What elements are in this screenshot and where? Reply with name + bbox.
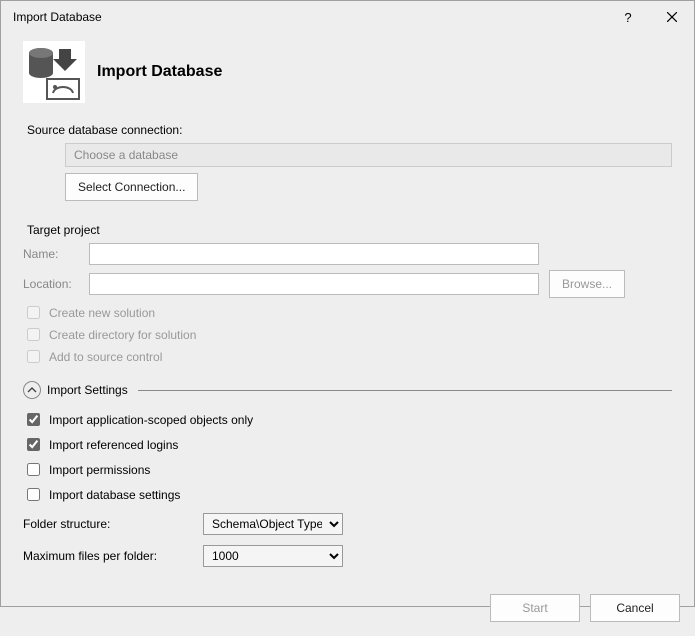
import-database-dialog: Import Database ? [0,0,695,607]
target-project-label: Target project [27,223,672,237]
name-label: Name: [23,247,79,261]
dialog-title: Import Database [97,63,222,81]
create-solution-checkbox[interactable] [27,306,40,319]
create-solution-label: Create new solution [49,306,155,320]
close-button[interactable] [650,1,694,33]
import-settings-header[interactable]: Import Settings [23,381,672,399]
add-source-control-checkbox[interactable] [27,350,40,363]
import-app-scoped-label: Import application-scoped objects only [49,413,253,427]
import-ref-logins-label: Import referenced logins [49,438,178,452]
browse-button[interactable]: Browse... [549,270,625,298]
help-button[interactable]: ? [606,1,650,33]
import-settings-label: Import Settings [47,383,128,397]
close-icon [667,12,677,22]
chevron-up-icon [27,385,37,395]
select-connection-button[interactable]: Select Connection... [65,173,198,201]
folder-structure-select[interactable]: Schema\Object Type [203,513,343,535]
location-input[interactable] [89,273,539,295]
import-db-settings-checkbox[interactable] [27,488,40,501]
start-button[interactable]: Start [490,594,580,622]
database-import-icon [23,41,85,103]
source-connection-display: Choose a database [65,143,672,167]
create-directory-checkbox[interactable] [27,328,40,341]
location-label: Location: [23,277,79,291]
titlebar: Import Database ? [1,1,694,33]
dialog-header: Import Database [23,41,672,103]
max-files-select[interactable]: 1000 [203,545,343,567]
source-connection-label: Source database connection: [27,123,672,137]
import-permissions-label: Import permissions [49,463,150,477]
import-app-scoped-checkbox[interactable] [27,413,40,426]
dialog-body: Import Database Source database connecti… [1,33,694,586]
max-files-label: Maximum files per folder: [23,549,173,563]
name-input[interactable] [89,243,539,265]
add-source-control-label: Add to source control [49,350,162,364]
import-ref-logins-checkbox[interactable] [27,438,40,451]
create-directory-label: Create directory for solution [49,328,196,342]
window-title: Import Database [13,10,606,24]
dialog-footer: Start Cancel [1,586,694,636]
folder-structure-label: Folder structure: [23,517,173,531]
import-db-settings-label: Import database settings [49,488,180,502]
cancel-button[interactable]: Cancel [590,594,680,622]
collapse-toggle[interactable] [23,381,41,399]
separator [138,390,672,391]
import-permissions-checkbox[interactable] [27,463,40,476]
